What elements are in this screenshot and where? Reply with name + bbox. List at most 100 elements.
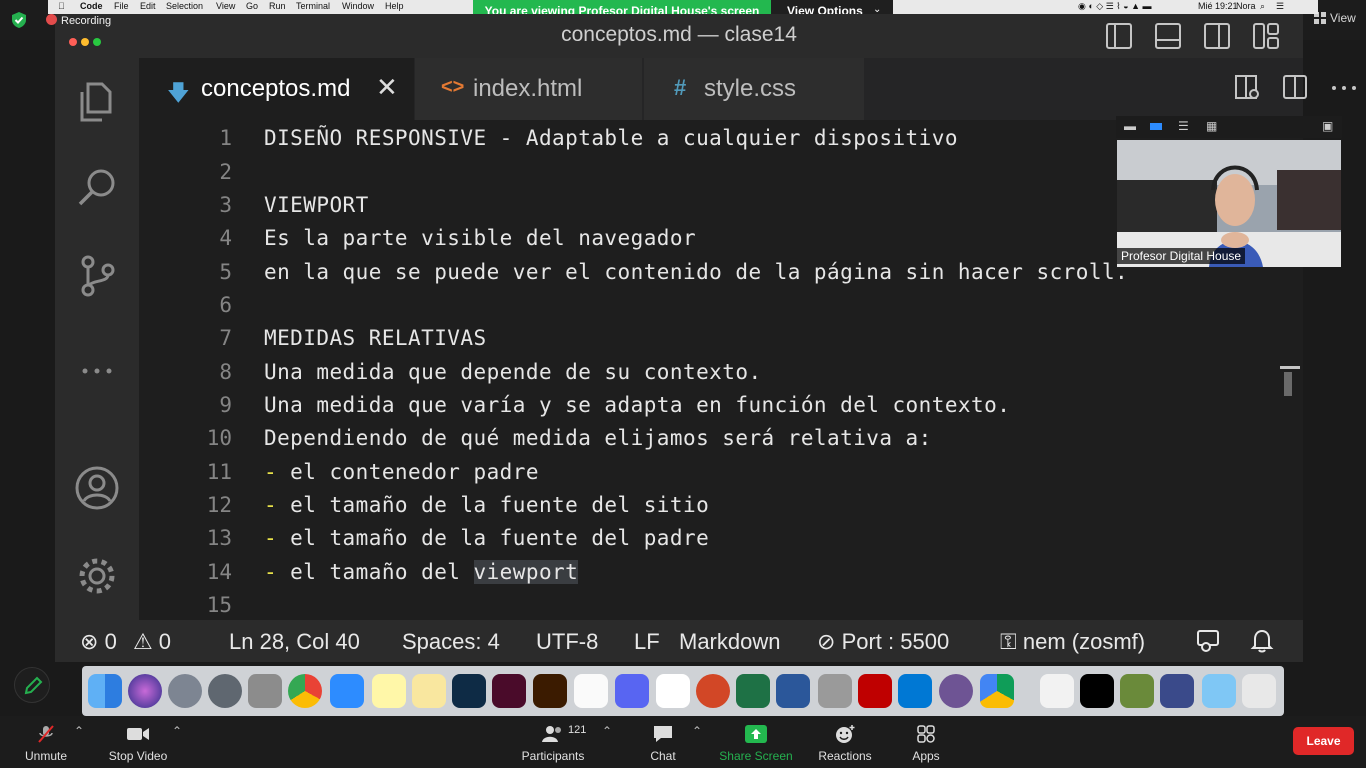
siri-icon[interactable] — [128, 674, 162, 708]
menubar-clock[interactable]: Mié 19:21 — [1198, 1, 1238, 11]
toggle-primary-sidebar-icon[interactable] — [1106, 23, 1132, 49]
code-line[interactable]: VIEWPORT — [264, 193, 369, 217]
spotlight-icon[interactable]: ⌕ — [1260, 1, 1265, 12]
excel-icon[interactable] — [736, 674, 770, 708]
system-preferences-icon[interactable] — [208, 674, 242, 708]
source-control-icon[interactable] — [74, 252, 120, 298]
status-icons[interactable]: ◉ ◐ ◇ ☰ ⌇ ◒ ▲ ▬ — [1078, 1, 1152, 12]
vscode-icon[interactable] — [898, 674, 932, 708]
bell-icon[interactable] — [1250, 628, 1274, 654]
code-line[interactable]: - el tamaño del viewport — [264, 560, 579, 584]
menu-file[interactable]: File — [114, 1, 129, 11]
scrollbar-thumb[interactable] — [1284, 372, 1292, 396]
menu-help[interactable]: Help — [385, 1, 404, 11]
more-icon[interactable] — [74, 348, 120, 394]
folder-icon[interactable] — [1202, 674, 1236, 708]
gear-icon[interactable] — [74, 553, 120, 599]
view-button[interactable]: View — [1314, 11, 1356, 25]
code-line[interactable]: DISEÑO RESPONSIVE - Adaptable a cualquie… — [264, 126, 958, 150]
document-icon[interactable] — [1040, 674, 1074, 708]
tab-conceptos-md[interactable]: 🡇 conceptos.md ✕ — [139, 58, 414, 120]
selected-text[interactable]: viewport — [473, 560, 579, 584]
annotate-pencil-icon[interactable] — [14, 667, 50, 703]
menu-app-name[interactable]: Code — [80, 1, 103, 11]
launchpad-icon[interactable] — [168, 674, 202, 708]
search-icon[interactable] — [74, 164, 120, 210]
apple-icon[interactable]:  — [58, 1, 65, 11]
code-line[interactable]: Una medida que varía y se adapta en func… — [264, 393, 1010, 417]
indentation[interactable]: Spaces: 4 — [402, 629, 500, 655]
chevron-up-icon[interactable]: ⌃ — [172, 724, 182, 738]
live-server-port[interactable]: ⊘ Port : 5500 — [817, 629, 949, 655]
code-line[interactable]: MEDIDAS RELATIVAS — [264, 326, 487, 350]
chevron-up-icon[interactable]: ⌃ — [692, 724, 702, 738]
minimize-icon[interactable]: ▬ — [1124, 119, 1136, 133]
menu-view[interactable]: View — [216, 1, 235, 11]
explorer-icon[interactable] — [74, 78, 120, 124]
speaker-view-icon[interactable] — [1150, 123, 1162, 130]
encoding[interactable]: UTF-8 — [536, 629, 598, 655]
more-actions-icon[interactable] — [1330, 74, 1358, 102]
powerpoint-icon[interactable] — [696, 674, 730, 708]
finder-icon[interactable] — [88, 674, 122, 708]
font-book-icon[interactable] — [248, 674, 282, 708]
unmute-button[interactable]: Unmute — [18, 724, 74, 763]
app-window-icon[interactable] — [1080, 674, 1114, 708]
trash-icon[interactable] — [1242, 674, 1276, 708]
toggle-panel-icon[interactable] — [1155, 23, 1181, 49]
code-line[interactable]: - el tamaño de la fuente del sitio — [264, 493, 709, 517]
menu-run[interactable]: Run — [269, 1, 286, 11]
indesign-icon[interactable] — [492, 674, 526, 708]
discord-icon[interactable] — [615, 674, 649, 708]
code-line[interactable]: - el tamaño de la fuente del padre — [264, 526, 709, 550]
menu-edit[interactable]: Edit — [140, 1, 156, 11]
notes-icon[interactable] — [372, 674, 406, 708]
chevron-up-icon[interactable]: ⌃ — [74, 724, 84, 738]
zoom-icon[interactable] — [330, 674, 364, 708]
line-ending[interactable]: LF — [634, 629, 660, 655]
code-line[interactable]: en la que se puede ver el contenido de l… — [264, 260, 1128, 284]
strip-view-icon[interactable]: ☰ — [1178, 119, 1189, 133]
menu-go[interactable]: Go — [246, 1, 258, 11]
reactions-button[interactable]: Reactions — [815, 724, 875, 763]
chat-button[interactable]: Chat — [643, 724, 683, 763]
google-drive-icon[interactable] — [980, 674, 1014, 708]
tab-style-css[interactable]: # style.css — [644, 58, 864, 120]
control-center-icon[interactable]: ☰ — [1276, 1, 1284, 12]
menubar-user[interactable]: Nora — [1236, 1, 1256, 11]
calculator-icon[interactable] — [818, 674, 852, 708]
exit-panel-icon[interactable]: ▣ — [1322, 119, 1333, 133]
era-icon[interactable] — [1160, 674, 1194, 708]
code-line[interactable]: Una medida que depende de su contexto. — [264, 360, 762, 384]
acrobat-icon[interactable] — [574, 674, 608, 708]
chevron-up-icon[interactable]: ⌃ — [602, 724, 612, 738]
stop-video-button[interactable]: Stop Video — [104, 724, 172, 763]
slack-icon[interactable] — [656, 674, 690, 708]
code-line[interactable]: Dependiendo de qué medida elijamos será … — [264, 426, 932, 450]
problems-indicator[interactable]: ⊗ 0 ⚠ 0 — [80, 629, 171, 655]
recording-indicator[interactable]: Recording — [46, 14, 111, 27]
filezilla-icon[interactable] — [858, 674, 892, 708]
apps-button[interactable]: Apps — [906, 724, 946, 763]
feedback-icon[interactable] — [1195, 628, 1221, 654]
menu-terminal[interactable]: Terminal — [296, 1, 330, 11]
github-desktop-icon[interactable] — [939, 674, 973, 708]
tab-index-html[interactable]: <> index.html — [415, 58, 642, 120]
stickies-icon[interactable] — [412, 674, 446, 708]
customize-layout-icon[interactable] — [1253, 23, 1279, 49]
account-status[interactable]: ⚿ nem (zosmf) — [1000, 629, 1145, 655]
share-screen-button[interactable]: Share Screen — [718, 724, 794, 763]
accounts-icon[interactable] — [74, 465, 120, 511]
word-icon[interactable] — [776, 674, 810, 708]
photoshop-icon[interactable] — [452, 674, 486, 708]
code-line[interactable]: - el contenedor padre — [264, 460, 539, 484]
chrome-icon[interactable] — [288, 674, 322, 708]
gallery-view-icon[interactable]: ▦ — [1206, 119, 1217, 133]
open-preview-icon[interactable] — [1234, 74, 1262, 102]
language-mode[interactable]: Markdown — [679, 629, 780, 655]
shield-icon[interactable] — [10, 11, 28, 29]
menu-window[interactable]: Window — [342, 1, 374, 11]
close-icon[interactable]: ✕ — [376, 72, 398, 103]
cursor-position[interactable]: Ln 28, Col 40 — [229, 629, 360, 655]
code-line[interactable]: Es la parte visible del navegador — [264, 226, 696, 250]
